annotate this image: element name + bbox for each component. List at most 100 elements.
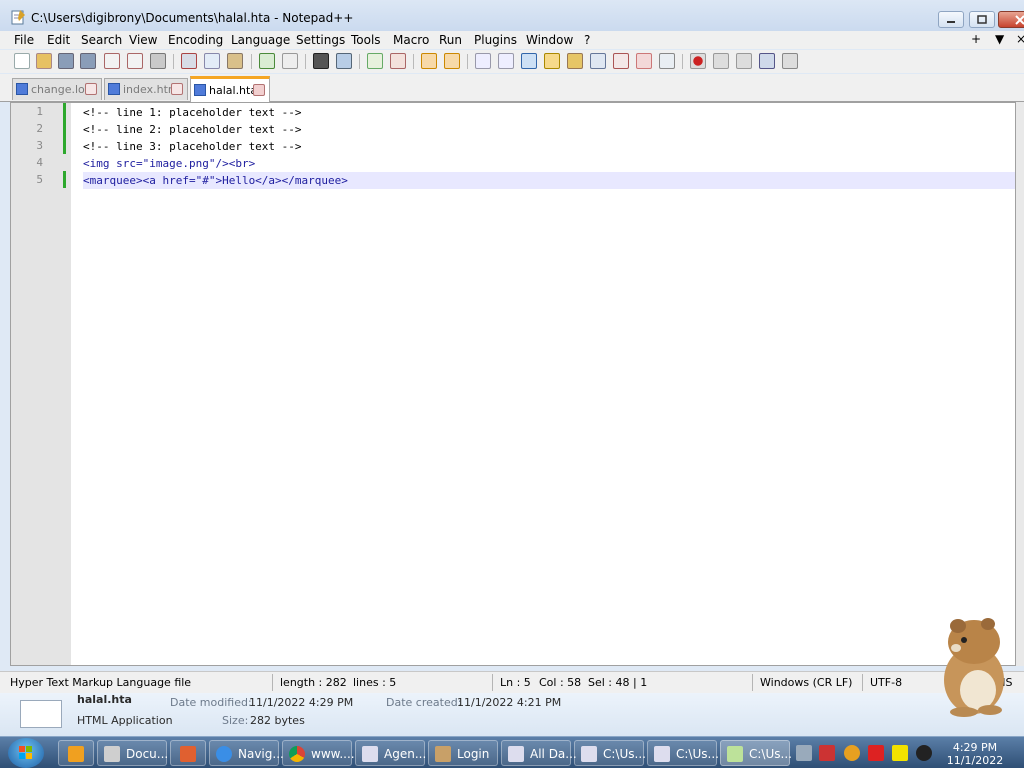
menu-bar: File Edit Search View Encoding Language … — [0, 31, 1024, 49]
minimize-button[interactable] — [938, 11, 964, 28]
run-macro-multiple-icon[interactable] — [759, 53, 775, 69]
taskbar-documents[interactable]: Docu... — [97, 740, 169, 766]
undo-icon[interactable] — [259, 53, 275, 69]
taskbar-cmd-1[interactable]: C:\Us... — [574, 740, 646, 766]
eye-icon[interactable] — [659, 53, 675, 69]
taskbar-all-data[interactable]: All Da... — [501, 740, 577, 766]
taskbar-label: Login — [457, 747, 490, 761]
status-lines: lines : 5 — [353, 676, 397, 689]
menu-edit[interactable]: Edit — [47, 33, 70, 47]
function-list-icon[interactable] — [590, 53, 606, 69]
chrome-icon — [289, 746, 305, 762]
code-line[interactable]: <img src="image.png"/><br> — [83, 155, 1015, 172]
tray-volume-icon[interactable] — [916, 745, 932, 761]
save-all-icon[interactable] — [80, 53, 96, 69]
hamster-image — [944, 618, 1004, 717]
zoom-in-icon[interactable] — [367, 53, 383, 69]
replace-icon[interactable] — [336, 53, 352, 69]
stop-macro-icon[interactable] — [713, 53, 729, 69]
menu-search[interactable]: Search — [81, 33, 122, 47]
tray-flag-icon[interactable] — [868, 745, 884, 761]
menu-language[interactable]: Language — [231, 33, 290, 47]
menu-tools[interactable]: Tools — [351, 33, 381, 47]
code-line[interactable]: <!-- line 1: placeholder text --> — [83, 104, 1015, 121]
line-number: 2 — [36, 122, 43, 135]
taskbar-media-player[interactable] — [58, 740, 94, 766]
tab-list-button[interactable]: ▼ — [995, 32, 1004, 46]
taskbar-login[interactable]: Login — [428, 740, 498, 766]
editor[interactable]: 1 2 3 4 5 <!-- line 1: placeholder text … — [10, 102, 1016, 666]
user-language-icon[interactable] — [544, 53, 560, 69]
word-wrap-icon[interactable] — [475, 53, 491, 69]
taskbar-label: Docu... — [126, 747, 169, 761]
code-line[interactable]: <!-- line 2: placeholder text --> — [83, 121, 1015, 138]
code-line[interactable]: <!-- line 3: placeholder text --> — [83, 138, 1015, 155]
tab-close-icon[interactable] — [171, 83, 183, 95]
zoom-out-icon[interactable] — [390, 53, 406, 69]
close-doc-button[interactable]: × — [1016, 32, 1024, 46]
toolbar-separator — [467, 54, 468, 69]
sync-vertical-icon[interactable] — [421, 53, 437, 69]
toolbar-separator — [173, 54, 174, 69]
tab-close-icon[interactable] — [253, 84, 265, 96]
taskbar-notepadpp[interactable]: C:\Us... — [720, 740, 792, 766]
open-file-icon[interactable] — [36, 53, 52, 69]
tray-v-icon[interactable] — [819, 745, 835, 761]
show-all-chars-icon[interactable] — [498, 53, 514, 69]
menu-plugins[interactable]: Plugins — [474, 33, 517, 47]
system-clock[interactable]: 4:29 PM 11/1/2022 — [940, 741, 1010, 767]
tab-index-html[interactable]: index.html — [104, 78, 188, 100]
save-icon[interactable] — [58, 53, 74, 69]
tray-search-icon[interactable] — [844, 745, 860, 761]
new-file-icon[interactable] — [14, 53, 30, 69]
title-bar[interactable]: C:\Users\digibrony\Documents\halal.hta -… — [0, 0, 1024, 34]
menu-encoding[interactable]: Encoding — [168, 33, 223, 47]
menu-macro[interactable]: Macro — [393, 33, 429, 47]
vertical-scrollbar[interactable] — [1016, 102, 1024, 666]
new-tab-button[interactable]: + — [971, 32, 981, 46]
menu-help[interactable]: ? — [584, 33, 590, 47]
tab-change-log[interactable]: change.log — [12, 78, 102, 100]
code-area[interactable]: <!-- line 1: placeholder text --> <!-- l… — [83, 103, 1015, 665]
windows-logo-icon — [19, 746, 32, 759]
find-icon[interactable] — [313, 53, 329, 69]
tray-network-icon[interactable] — [796, 745, 812, 761]
tray-yellow-icon[interactable] — [892, 745, 908, 761]
folder-workspace-icon[interactable] — [613, 53, 629, 69]
doc-map-icon[interactable] — [567, 53, 583, 69]
menu-file[interactable]: File — [14, 33, 34, 47]
indent-guide-icon[interactable] — [521, 53, 537, 69]
toolbar — [0, 50, 1024, 73]
taskbar-chrome[interactable]: www.... — [282, 740, 355, 766]
menu-run[interactable]: Run — [439, 33, 462, 47]
start-button[interactable] — [8, 738, 44, 768]
taskbar-label: Agen... — [384, 747, 427, 761]
clock-time: 4:29 PM — [952, 741, 998, 754]
taskbar-ie[interactable]: Navig... — [209, 740, 284, 766]
menu-view[interactable]: View — [129, 33, 157, 47]
close-all-icon[interactable] — [127, 53, 143, 69]
menu-window[interactable]: Window — [526, 33, 573, 47]
monitoring-icon[interactable] — [636, 53, 652, 69]
close-file-icon[interactable] — [104, 53, 120, 69]
details-file-name: halal.hta — [77, 693, 132, 706]
taskbar-agent[interactable]: Agen... — [355, 740, 427, 766]
print-icon[interactable] — [150, 53, 166, 69]
play-macro-icon[interactable] — [736, 53, 752, 69]
save-macro-icon[interactable] — [782, 53, 798, 69]
taskbar-paint[interactable] — [170, 740, 206, 766]
copy-icon[interactable] — [204, 53, 220, 69]
taskbar-cmd-2[interactable]: C:\Us... — [647, 740, 719, 766]
sync-horizontal-icon[interactable] — [444, 53, 460, 69]
record-macro-icon[interactable] — [690, 53, 706, 69]
tab-close-icon[interactable] — [85, 83, 97, 95]
redo-icon[interactable] — [282, 53, 298, 69]
code-line-current[interactable]: <marquee><a href="#">Hello</a></marquee> — [83, 172, 1015, 189]
close-button[interactable] — [998, 11, 1024, 28]
tab-halal-hta[interactable]: halal.hta — [190, 76, 270, 102]
maximize-button[interactable] — [969, 11, 995, 28]
paste-icon[interactable] — [227, 53, 243, 69]
menu-settings[interactable]: Settings — [296, 33, 345, 47]
cut-icon[interactable] — [181, 53, 197, 69]
details-file-type: HTML Application — [77, 714, 173, 727]
